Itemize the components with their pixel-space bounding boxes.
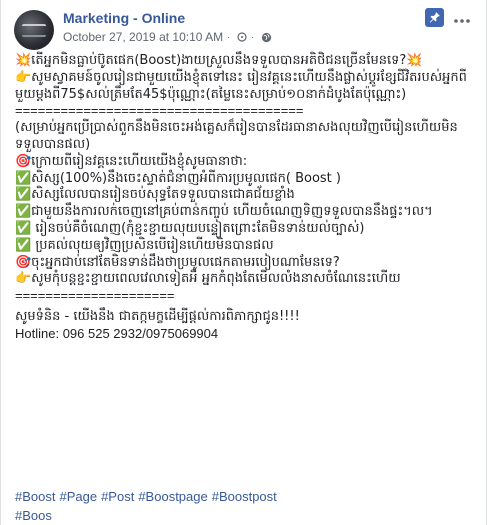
post-header: Marketing - Online October 27, 2019 at 1… <box>1 0 486 60</box>
hashtag-link[interactable]: #Page <box>59 489 97 504</box>
headline-question: 💥តើអ្នកមិនធ្លាប់ប៊ូតផេក(Boost)ងាយស្រួលនឹ… <box>15 53 423 68</box>
question-line: 🎯ចុះអ្នកជាប់នៅតែមិនទាន់ដឹងថាប្រមូលផេកតាម… <box>15 254 340 270</box>
meta-separator: · <box>227 32 231 42</box>
schedule-icon <box>237 32 247 42</box>
page-name-link[interactable]: Marketing - Online <box>63 10 185 26</box>
call-to-action-text: 👉សូមកុំបន្តខ្ជះខ្ជាយពេលវេលាទៀតអី អ្នកកំព… <box>15 271 401 287</box>
benefit-item: ✅ ប្រគល់លុយឲ្យវិញប្រសិនបើរៀនហើយមិនបានផល <box>15 237 274 253</box>
pin-icon <box>429 8 441 27</box>
page-avatar[interactable] <box>14 10 54 50</box>
contact-invite: សូមទំនិន - យើងនឹង ជាតក្កមក្ខដើម្បីផ្តល់ក… <box>15 308 300 324</box>
post-body: 💥តើអ្នកមិនធ្លាប់ប៊ូតផេក(Boost)ងាយស្រួលនឹ… <box>15 53 475 343</box>
benefit-item: ✅សិស្ស(100%)នឹងចេះស្ទាត់ជំនាញអំពីការប្រម… <box>15 170 341 186</box>
post-timestamp[interactable]: October 27, 2019 at 10:10 AM <box>63 30 223 44</box>
public-globe-icon[interactable] <box>261 32 272 43</box>
benefit-item: ✅សិស្សលែលបានរៀនចប់សុទ្ធតែទទួលបានជោគជ័យខ្… <box>15 187 295 203</box>
pin-post-button[interactable] <box>425 8 444 27</box>
welcome-offer-text: 👉សូមស្វាគមន៍ចូលរៀនជាមួយយើងខ្ញុំតទៅនេះ រៀ… <box>15 69 467 102</box>
more-options-button[interactable] <box>453 8 471 26</box>
divider-line-short: ===================== <box>15 288 175 304</box>
benefit-item: ✅ រៀនចប់គឺចំណេញ(កុំខ្ជះខ្ជាយលុយបន្ទៀតព្រ… <box>15 220 365 236</box>
hashtag-link[interactable]: #Post <box>101 489 134 504</box>
facebook-post: Marketing - Online October 27, 2019 at 1… <box>0 0 487 525</box>
hashtag-list: #Boost #Page #Post #Boostpage #Boostpost #Boo… <box>15 487 475 525</box>
post-meta: October 27, 2019 at 10:10 AM · · <box>63 30 272 44</box>
hashtag-link[interactable]: #Boostpage <box>138 489 207 504</box>
hashtag-link[interactable]: #Boost <box>15 489 55 504</box>
guarantee-note: (សម្រាប់អ្នកប្រើប្រាស់ពួកនឹងមិនចេះអង់គ្ល… <box>15 120 458 152</box>
divider-line: ====================================== <box>15 103 304 119</box>
hashtag-link[interactable]: #Boostpost <box>212 489 277 504</box>
more-options-icon <box>454 8 470 27</box>
hotline-text: Hotline: 096 525 2932/0975069904 <box>15 325 219 341</box>
meta-separator-2: · <box>251 32 255 42</box>
benefit-item: ✅ជាមួយនឹងការលក់ចេញនៅគ្រប់ពាន់កញ្ចប់ ហើយច… <box>15 204 433 220</box>
guarantee-heading: 🎯ក្រោយពីរៀនវគ្គនេះហើយយើងខ្ញុំសូមធានាថា: <box>15 153 248 169</box>
avatar-logo <box>22 24 46 37</box>
hashtag-link[interactable]: #Boos <box>15 508 52 523</box>
